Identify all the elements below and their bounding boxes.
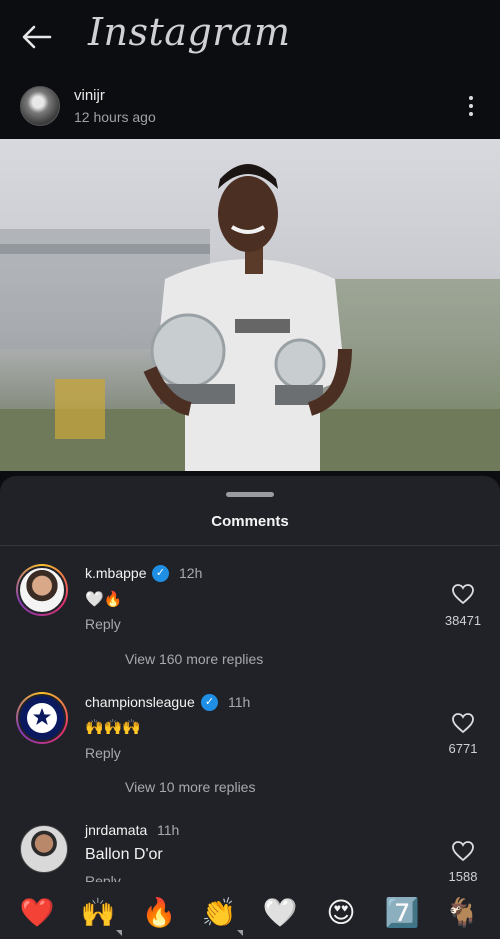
like-count: 38471 <box>444 613 482 628</box>
comment-username[interactable]: k.mbappe <box>85 565 146 581</box>
comment-time: 11h <box>228 694 251 710</box>
fire-emoji-button[interactable]: 🔥 <box>139 893 179 933</box>
header-divider <box>0 545 500 546</box>
comments-title: Comments <box>211 513 289 530</box>
commenter-avatar[interactable] <box>16 692 68 744</box>
reply-button[interactable]: Reply <box>85 745 121 761</box>
comment-text: 🤍🔥 <box>85 591 123 608</box>
skin-tone-indicator-icon <box>116 930 122 936</box>
raising-hands-emoji-button[interactable]: 🙌 <box>78 893 118 933</box>
post-author-avatar[interactable] <box>20 86 60 126</box>
goat-emoji-button[interactable]: 🐐 <box>442 893 482 933</box>
comment-text: 🙌🙌🙌 <box>85 719 142 736</box>
heart-eyes-emoji-button[interactable]: 😍 <box>321 893 361 933</box>
comment-username[interactable]: jnrdamata <box>85 822 147 838</box>
commenter-avatar[interactable] <box>20 825 68 873</box>
verified-badge-icon: ✓ <box>152 565 169 582</box>
verified-badge-icon: ✓ <box>201 694 218 711</box>
comment-time: 12h <box>179 565 203 581</box>
app-logo-title: Instagram <box>88 10 291 54</box>
comment-username[interactable]: championsleague <box>85 694 195 710</box>
view-more-replies[interactable]: View 160 more replies <box>125 651 263 667</box>
comment-text: Ballon D'or <box>85 846 163 863</box>
champions-league-star-ball-icon <box>27 703 57 733</box>
view-more-replies[interactable]: View 10 more replies <box>125 779 255 795</box>
keycap-seven-emoji-button[interactable]: 7️⃣ <box>382 893 422 933</box>
clapping-hands-emoji-button[interactable]: 👏 <box>199 893 239 933</box>
skin-tone-indicator-icon <box>237 930 243 936</box>
sheet-drag-handle[interactable] <box>226 492 274 497</box>
post-photo[interactable] <box>0 139 500 471</box>
white-heart-emoji-button[interactable]: 🤍 <box>260 893 300 933</box>
like-heart-icon[interactable] <box>451 712 475 734</box>
more-options-icon[interactable] <box>464 94 478 120</box>
back-arrow-icon[interactable] <box>20 22 54 52</box>
reply-button[interactable]: Reply <box>85 616 121 632</box>
red-heart-emoji-button[interactable]: ❤️ <box>17 893 57 933</box>
post-header <box>0 72 500 138</box>
post-timestamp: 12 hours ago <box>74 109 156 125</box>
like-count: 6771 <box>448 741 478 756</box>
like-heart-icon[interactable] <box>451 840 475 862</box>
comment-time: 11h <box>157 822 180 838</box>
post-author-username[interactable]: vinijr <box>74 87 105 104</box>
commenter-avatar[interactable] <box>16 564 68 616</box>
like-heart-icon[interactable] <box>451 583 475 605</box>
emoji-reaction-bar <box>0 882 500 939</box>
